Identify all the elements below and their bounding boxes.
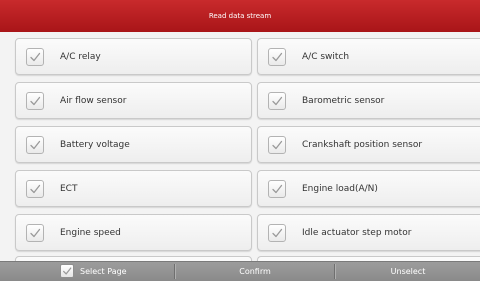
list-item-engine-speed[interactable]: Engine speed: [15, 214, 252, 251]
list-item-ect[interactable]: ECT: [15, 170, 252, 207]
list-item-battery-voltage[interactable]: Battery voltage: [15, 126, 252, 163]
item-label: Battery voltage: [60, 140, 130, 150]
list-item-barometric-sensor[interactable]: Barometric sensor: [257, 82, 480, 119]
item-label: Engine load(A/N): [302, 184, 378, 194]
list-item-air-flow-sensor[interactable]: Air flow sensor: [15, 82, 252, 119]
list-item-ac-switch[interactable]: A/C switch: [257, 38, 480, 75]
item-checkbox[interactable]: [26, 92, 44, 110]
item-label: Barometric sensor: [302, 96, 385, 106]
checkmark-icon: [272, 140, 283, 150]
checkmark-icon: [272, 96, 283, 106]
list-item-idle-actuator-step-motor[interactable]: Idle actuator step motor: [257, 214, 480, 251]
item-checkbox[interactable]: [26, 180, 44, 198]
item-label: A/C switch: [302, 52, 350, 62]
select-page-checkbox[interactable]: [60, 264, 74, 278]
item-checkbox[interactable]: [268, 92, 286, 110]
checkmark-icon: [63, 267, 72, 275]
item-checkbox[interactable]: [268, 224, 286, 242]
confirm-label: Confirm: [239, 267, 271, 276]
checkmark-icon: [272, 184, 283, 194]
read-data-stream-screen: Read data stream A/C relay A/C switch Ai…: [0, 0, 480, 281]
unselect-label: Unselect: [390, 267, 426, 276]
item-checkbox[interactable]: [268, 136, 286, 154]
checkmark-icon: [30, 52, 41, 62]
checkmark-icon: [30, 228, 41, 238]
title-bar: Read data stream: [0, 0, 480, 32]
select-page-label: Select Page: [80, 267, 127, 276]
bottom-action-bar: Select Page Confirm Unselect: [0, 261, 480, 281]
checkmark-icon: [30, 184, 41, 194]
checkmark-icon: [272, 52, 283, 62]
item-label: A/C relay: [60, 52, 101, 62]
checkmark-icon: [30, 140, 41, 150]
confirm-button[interactable]: Confirm: [176, 262, 334, 281]
item-checkbox[interactable]: [268, 48, 286, 66]
item-label: ECT: [60, 184, 78, 194]
item-label: Engine speed: [60, 228, 121, 238]
item-label: Air flow sensor: [60, 96, 127, 106]
select-page-button[interactable]: Select Page: [0, 262, 174, 281]
item-checkbox[interactable]: [26, 224, 44, 242]
list-item-crankshaft-position-sensor[interactable]: Crankshaft position sensor: [257, 126, 480, 163]
item-checkbox[interactable]: [268, 180, 286, 198]
item-label: Crankshaft position sensor: [302, 140, 423, 150]
page-title: Read data stream: [208, 12, 272, 20]
unselect-button[interactable]: Unselect: [336, 262, 480, 281]
item-label: Idle actuator step motor: [302, 228, 412, 238]
checkmark-icon: [272, 228, 283, 238]
checkmark-icon: [30, 96, 41, 106]
data-stream-list[interactable]: A/C relay A/C switch Air flow sensor Bar…: [0, 32, 480, 261]
list-item-engine-load[interactable]: Engine load(A/N): [257, 170, 480, 207]
list-item-ac-relay[interactable]: A/C relay: [15, 38, 252, 75]
item-checkbox[interactable]: [26, 48, 44, 66]
item-checkbox[interactable]: [26, 136, 44, 154]
